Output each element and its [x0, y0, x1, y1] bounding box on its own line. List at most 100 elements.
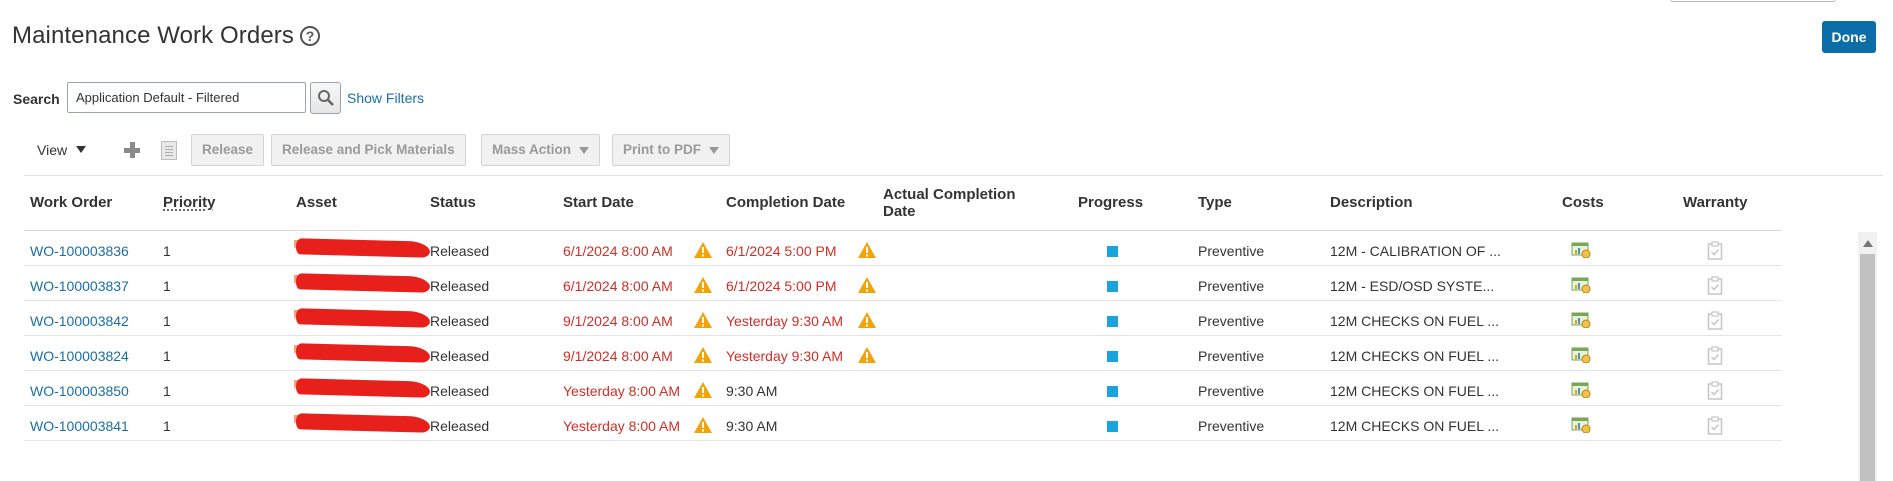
warning-triangle-icon[interactable]	[693, 311, 713, 329]
status-cell: Released	[430, 243, 490, 259]
work-order-link[interactable]: WO-100003836	[30, 243, 129, 259]
print-to-pdf-button[interactable]: Print to PDF	[612, 134, 730, 166]
column-header-warranty[interactable]: Warranty	[1683, 194, 1747, 211]
caret-down-icon	[579, 146, 590, 154]
type-cell: Preventive	[1198, 243, 1265, 259]
column-header-asset[interactable]: Asset	[296, 194, 337, 211]
column-header-type[interactable]: Type	[1198, 194, 1232, 211]
costs-chart-icon[interactable]	[1571, 277, 1591, 294]
start-date-cell: 6/1/2024 8:00 AM	[563, 243, 673, 259]
column-header-start-date[interactable]: Start Date	[563, 194, 634, 211]
show-filters-link[interactable]: Show Filters	[347, 90, 424, 106]
description-cell: 12M CHECKS ON FUEL ...	[1330, 348, 1500, 364]
search-input[interactable]	[67, 82, 306, 113]
completion-date-cell: 9:30 AM	[726, 418, 778, 434]
document-icon[interactable]	[161, 141, 177, 160]
status-cell: Released	[430, 348, 490, 364]
description-cell: 12M CHECKS ON FUEL ...	[1330, 313, 1500, 329]
column-header-progress[interactable]: Progress	[1078, 194, 1143, 211]
costs-chart-icon[interactable]	[1571, 417, 1591, 434]
work-order-link[interactable]: WO-100003841	[30, 418, 129, 434]
release-button[interactable]: Release	[191, 134, 265, 166]
scroll-up-arrow-icon[interactable]	[1863, 240, 1873, 247]
work-order-link[interactable]: WO-100003842	[30, 313, 129, 329]
work-order-link[interactable]: WO-100003824	[30, 348, 129, 364]
help-circle-icon[interactable]: ?	[300, 26, 320, 46]
asset-redaction	[295, 273, 431, 293]
start-date-cell: 6/1/2024 8:00 AM	[563, 278, 673, 294]
column-header-priority[interactable]: Priority	[163, 194, 216, 211]
print-to-pdf-label: Print to PDF	[623, 142, 701, 157]
table-row[interactable]: WO-100003841 1 Released Yesterday 8:00 AM 9:…	[24, 406, 1782, 441]
costs-chart-icon[interactable]	[1571, 242, 1591, 259]
done-button[interactable]: Done	[1822, 21, 1876, 53]
progress-indicator	[1107, 281, 1118, 292]
top-field-edge	[1670, 0, 1836, 2]
warning-triangle-icon[interactable]	[693, 416, 713, 434]
description-cell: 12M - CALIBRATION OF ...	[1330, 243, 1501, 259]
progress-indicator	[1107, 386, 1118, 397]
asset-redaction	[295, 308, 431, 328]
release-and-pick-materials-button[interactable]: Release and Pick Materials	[271, 134, 466, 166]
warning-triangle-icon[interactable]	[693, 346, 713, 364]
view-menu[interactable]: View	[37, 142, 67, 158]
start-date-cell: Yesterday 8:00 AM	[563, 383, 681, 399]
warning-triangle-icon[interactable]	[857, 346, 877, 364]
warning-triangle-icon[interactable]	[693, 381, 713, 399]
completion-date-cell: Yesterday 9:30 AM	[726, 348, 844, 364]
costs-chart-icon[interactable]	[1571, 382, 1591, 399]
page-title: Maintenance Work Orders	[12, 22, 294, 49]
asset-redaction	[295, 238, 431, 258]
warning-triangle-icon[interactable]	[693, 276, 713, 294]
search-button[interactable]	[310, 82, 341, 114]
description-cell: 12M CHECKS ON FUEL ...	[1330, 383, 1500, 399]
progress-indicator	[1107, 421, 1118, 432]
scrollbar-thumb[interactable]	[1860, 254, 1875, 481]
mass-action-button[interactable]: Mass Action	[481, 134, 601, 166]
priority-cell: 1	[163, 243, 171, 259]
warning-triangle-icon[interactable]	[857, 311, 877, 329]
start-date-cell: 9/1/2024 8:00 AM	[563, 313, 673, 329]
progress-indicator	[1107, 246, 1118, 257]
plus-icon[interactable]	[122, 140, 142, 160]
mass-action-label: Mass Action	[492, 142, 572, 157]
work-order-link[interactable]: WO-100003837	[30, 278, 129, 294]
caret-down-icon[interactable]	[76, 146, 86, 153]
column-header-description[interactable]: Description	[1330, 194, 1413, 211]
priority-cell: 1	[163, 278, 171, 294]
header-line-2: Date	[883, 203, 916, 220]
priority-cell: 1	[163, 348, 171, 364]
table-row[interactable]: WO-100003837 1 Released 6/1/2024 8:00 AM 6/1…	[24, 266, 1782, 301]
start-date-cell: 9/1/2024 8:00 AM	[563, 348, 673, 364]
status-cell: Released	[430, 383, 490, 399]
table-row[interactable]: WO-100003842 1 Released 9/1/2024 8:00 AM Yes…	[24, 301, 1782, 336]
status-cell: Released	[430, 313, 490, 329]
column-header-status[interactable]: Status	[430, 194, 476, 211]
search-label: Search	[13, 91, 60, 107]
type-cell: Preventive	[1198, 383, 1265, 399]
clipboard-check-icon	[1707, 311, 1723, 330]
table-row[interactable]: WO-100003836 1 Released 6/1/2024 8:00 AM 6/1…	[24, 231, 1782, 266]
warning-triangle-icon[interactable]	[857, 241, 877, 259]
costs-chart-icon[interactable]	[1571, 347, 1591, 364]
type-cell: Preventive	[1198, 418, 1265, 434]
column-header-costs[interactable]: Costs	[1562, 194, 1604, 211]
column-header-completion-date[interactable]: Completion Date	[726, 194, 845, 211]
clipboard-check-icon	[1707, 346, 1723, 365]
completion-date-cell: 6/1/2024 5:00 PM	[726, 278, 837, 294]
type-cell: Preventive	[1198, 313, 1265, 329]
priority-cell: 1	[163, 383, 171, 399]
type-cell: Preventive	[1198, 278, 1265, 294]
column-header-actual-completion-date[interactable]: Actual Completion Date	[883, 186, 1016, 220]
start-date-cell: Yesterday 8:00 AM	[563, 418, 681, 434]
column-header-work-order[interactable]: Work Order	[30, 194, 112, 211]
warning-triangle-icon[interactable]	[857, 276, 877, 294]
costs-chart-icon[interactable]	[1571, 312, 1591, 329]
table-row[interactable]: WO-100003850 1 Released Yesterday 8:00 AM 9:…	[24, 371, 1782, 406]
work-order-link[interactable]: WO-100003850	[30, 383, 129, 399]
clipboard-check-icon	[1707, 241, 1723, 260]
completion-date-cell: 6/1/2024 5:00 PM	[726, 243, 837, 259]
warning-triangle-icon[interactable]	[693, 241, 713, 259]
type-cell: Preventive	[1198, 348, 1265, 364]
table-row[interactable]: WO-100003824 1 Released 9/1/2024 8:00 AM Yes…	[24, 336, 1782, 371]
